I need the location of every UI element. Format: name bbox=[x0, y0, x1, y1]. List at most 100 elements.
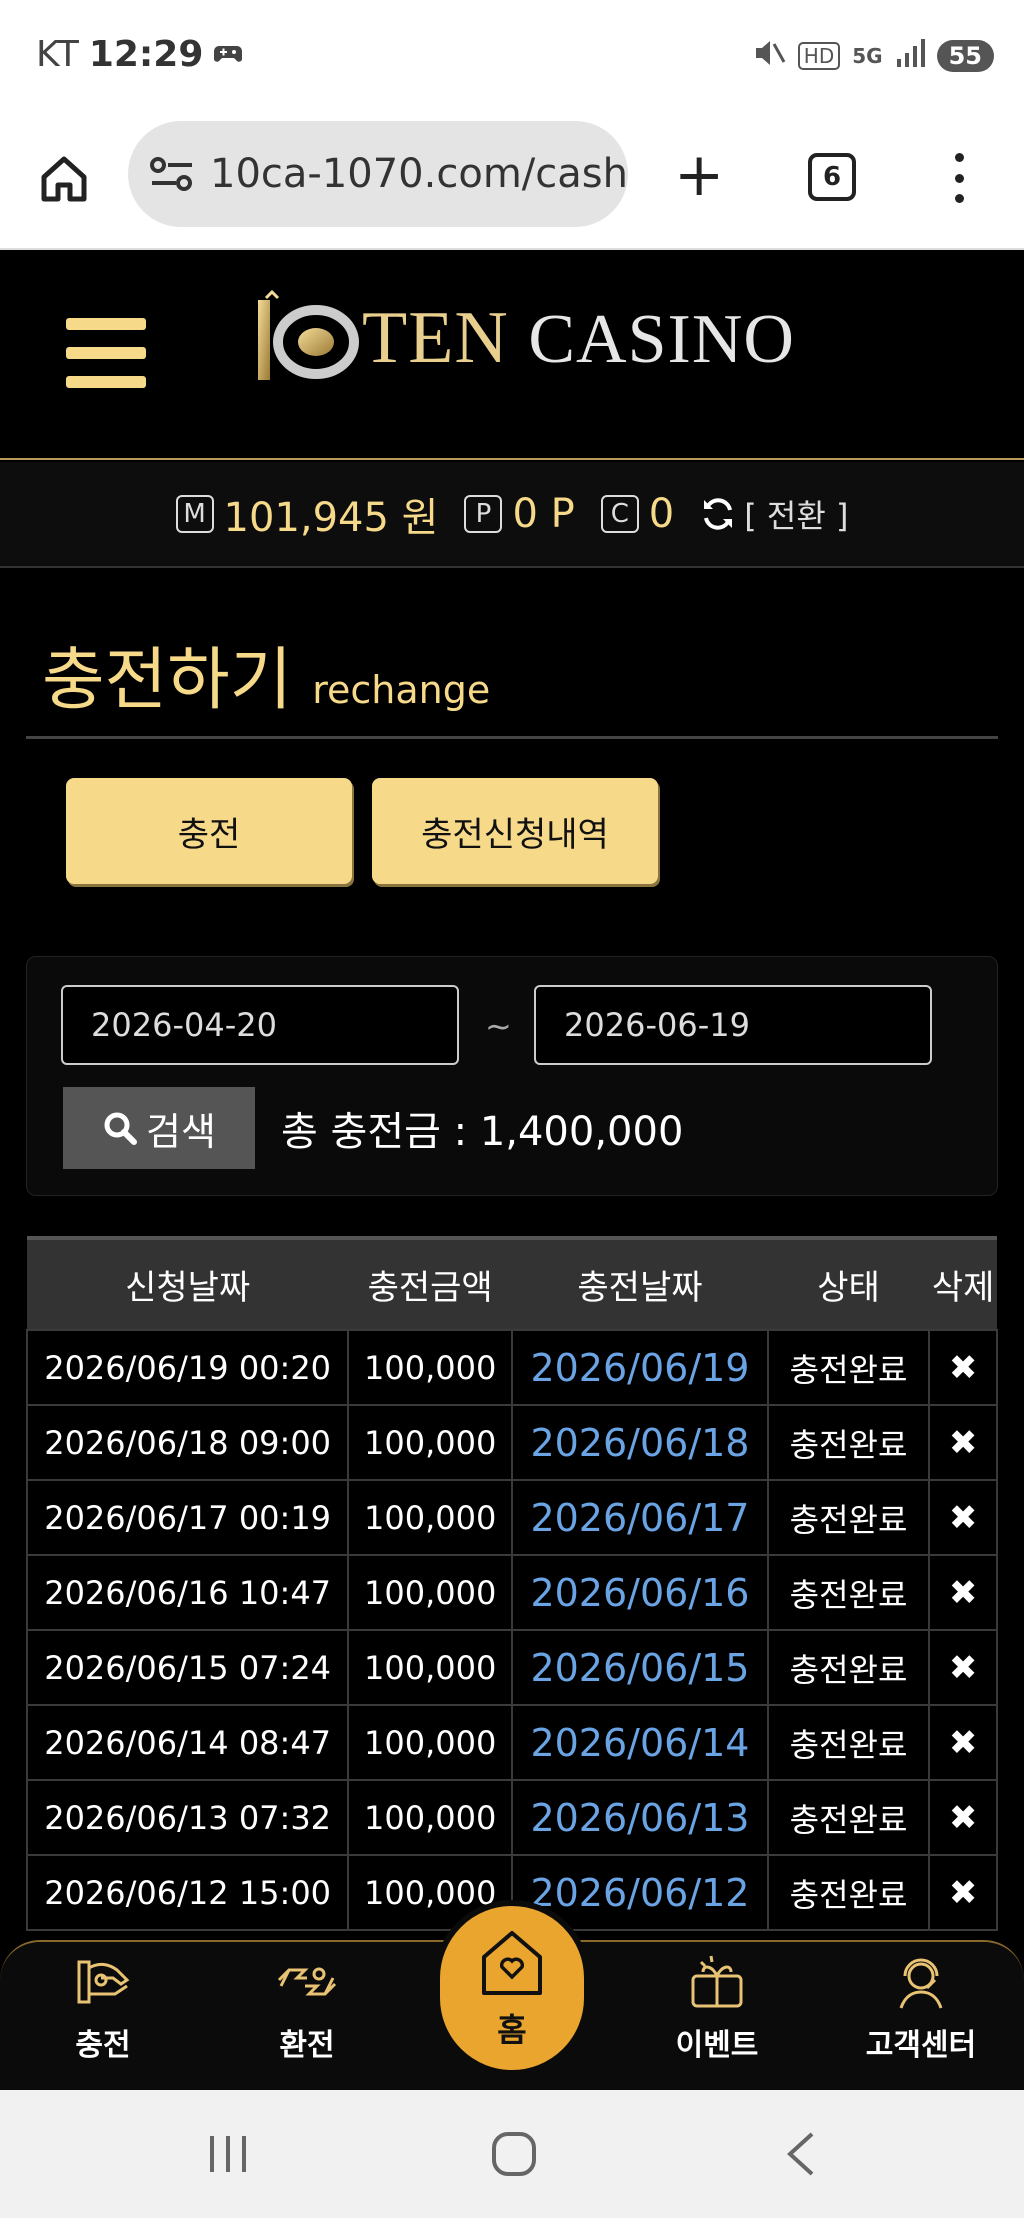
delete-button[interactable]: ✖ bbox=[928, 1779, 998, 1856]
delete-button[interactable]: ✖ bbox=[928, 1479, 998, 1556]
logo-ten-text: Ten bbox=[362, 296, 509, 379]
table-header-row: 신청날짜 충전금액 충전날짜 상태 삭제 bbox=[27, 1236, 997, 1330]
exchange-hand-icon bbox=[277, 1967, 337, 1996]
nav-charge[interactable]: 충전 bbox=[28, 1950, 178, 2064]
charge-tab-button[interactable]: 충전 bbox=[66, 778, 352, 884]
browser-menu-icon[interactable] bbox=[948, 153, 970, 203]
coin-value: 0 bbox=[648, 491, 675, 537]
logo-casino-text: Casino bbox=[528, 300, 795, 378]
charge-date-cell[interactable]: 2026/06/18 bbox=[511, 1404, 769, 1481]
request-date-cell: 2026/06/18 09:00 bbox=[25, 1404, 350, 1481]
delete-button[interactable]: ✖ bbox=[928, 1404, 998, 1481]
home-heart-icon bbox=[482, 1931, 542, 1995]
table-row: 2026/06/17 00:19 100,000 2026/06/17 충전완료 ✖ bbox=[25, 1479, 998, 1556]
delete-button[interactable]: ✖ bbox=[928, 1704, 998, 1781]
charge-history-table: 신청날짜 충전금액 충전날짜 상태 삭제 2026/06/19 00:20 100… bbox=[25, 1236, 998, 1931]
charge-date-cell[interactable]: 2026/06/15 bbox=[511, 1629, 769, 1706]
hd-icon: HD bbox=[797, 42, 841, 70]
balance-bar: M 101,945 원 P 0 P C 0 [ 전환 ] bbox=[0, 462, 1024, 568]
delete-button[interactable]: ✖ bbox=[928, 1629, 998, 1706]
nav-home-label: 홈 bbox=[497, 2011, 527, 2049]
game-controller-icon bbox=[213, 34, 243, 75]
delete-button[interactable]: ✖ bbox=[928, 1554, 998, 1631]
money-icon: M bbox=[175, 495, 214, 533]
recent-apps-icon[interactable] bbox=[206, 2126, 250, 2182]
status-cell: 충전완료 bbox=[766, 1404, 931, 1481]
convert-button[interactable]: [ 전환 ] bbox=[700, 491, 848, 537]
amount-cell: 100,000 bbox=[347, 1404, 514, 1481]
table-row: 2026/06/16 10:47 100,000 2026/06/16 충전완료 ✖ bbox=[25, 1554, 998, 1631]
table-row: 2026/06/13 07:32 100,000 2026/06/13 충전완료 ✖ bbox=[25, 1779, 998, 1856]
search-panel: 2026-04-20 ~ 2026-06-19 검색 총 충전금 : 1,400… bbox=[26, 956, 998, 1196]
start-date-input[interactable]: 2026-04-20 bbox=[61, 985, 459, 1065]
column-header-delete: 삭제 bbox=[929, 1236, 997, 1330]
status-cell: 충전완료 bbox=[766, 1779, 931, 1856]
nav-exchange[interactable]: 환전 bbox=[232, 1950, 382, 2064]
request-date-cell: 2026/06/14 08:47 bbox=[25, 1704, 350, 1781]
request-date-cell: 2026/06/16 10:47 bbox=[25, 1554, 350, 1631]
title-divider bbox=[26, 736, 998, 739]
address-bar[interactable]: 10ca-1070.com/cash bbox=[128, 121, 628, 227]
browser-toolbar: 10ca-1070.com/cash + 6 bbox=[0, 115, 1024, 250]
nav-home[interactable]: 홈 bbox=[434, 1900, 590, 2076]
amount-cell: 100,000 bbox=[347, 1329, 514, 1406]
table-row: 2026/06/18 09:00 100,000 2026/06/18 충전완료 ✖ bbox=[25, 1404, 998, 1481]
page-title-english: rechange bbox=[312, 668, 491, 712]
column-header-request-date: 신청날짜 bbox=[27, 1236, 349, 1330]
site-settings-icon[interactable] bbox=[150, 154, 194, 194]
page-title: 충전하기 rechange bbox=[42, 624, 490, 723]
request-date-cell: 2026/06/12 15:00 bbox=[25, 1854, 350, 1931]
charge-date-cell[interactable]: 2026/06/16 bbox=[511, 1554, 769, 1631]
charge-date-cell[interactable]: 2026/06/17 bbox=[511, 1479, 769, 1556]
charge-date-cell[interactable]: 2026/06/19 bbox=[511, 1329, 769, 1406]
status-cell: 충전완료 bbox=[766, 1479, 931, 1556]
point-icon: P bbox=[464, 495, 503, 533]
nav-event-label: 이벤트 bbox=[675, 2028, 759, 2063]
gift-icon bbox=[691, 1955, 743, 2008]
amount-cell: 100,000 bbox=[347, 1704, 514, 1781]
status-cell: 충전완료 bbox=[766, 1554, 931, 1631]
hamburger-menu-icon[interactable] bbox=[66, 318, 146, 388]
table-row: 2026/06/19 00:20 100,000 2026/06/19 충전완료 ✖ bbox=[25, 1329, 998, 1406]
new-tab-icon[interactable]: + bbox=[674, 145, 724, 205]
search-icon bbox=[104, 1112, 138, 1145]
page-title-korean: 충전하기 bbox=[42, 641, 293, 720]
logo-emblem-icon bbox=[258, 290, 359, 380]
delete-button[interactable]: ✖ bbox=[928, 1329, 998, 1406]
point-value: 0 P bbox=[512, 491, 575, 537]
search-button-label: 검색 bbox=[146, 1109, 216, 1154]
total-charge-amount: 총 충전금 : 1,400,000 bbox=[281, 1109, 684, 1155]
site-logo[interactable]: Ten Casino bbox=[252, 288, 795, 388]
request-date-cell: 2026/06/13 07:32 bbox=[25, 1779, 350, 1856]
status-cell: 충전완료 bbox=[766, 1329, 931, 1406]
column-header-amount: 충전금액 bbox=[348, 1236, 513, 1330]
nav-support[interactable]: 고객센터 bbox=[846, 1950, 996, 2064]
back-icon[interactable] bbox=[782, 2126, 822, 2182]
carrier-label: KT bbox=[36, 34, 79, 75]
charge-date-cell[interactable]: 2026/06/14 bbox=[511, 1704, 769, 1781]
table-row: 2026/06/15 07:24 100,000 2026/06/15 충전완료 ✖ bbox=[25, 1629, 998, 1706]
nav-charge-label: 충전 bbox=[75, 2028, 131, 2063]
search-button[interactable]: 검색 bbox=[63, 1087, 255, 1169]
nav-support-label: 고객센터 bbox=[865, 2028, 977, 2063]
charge-hand-icon bbox=[77, 1960, 130, 2004]
nav-event[interactable]: 이벤트 bbox=[642, 1950, 792, 2064]
charge-history-tab-button[interactable]: 충전신청내역 bbox=[372, 778, 658, 884]
charge-date-cell[interactable]: 2026/06/13 bbox=[511, 1779, 769, 1856]
amount-cell: 100,000 bbox=[347, 1629, 514, 1706]
amount-cell: 100,000 bbox=[347, 1779, 514, 1856]
money-balance: M 101,945 원 bbox=[175, 485, 439, 543]
tab-switcher-button[interactable]: 6 bbox=[808, 153, 856, 201]
end-date-input[interactable]: 2026-06-19 bbox=[534, 985, 932, 1065]
request-date-cell: 2026/06/17 00:19 bbox=[25, 1479, 350, 1556]
delete-button[interactable]: ✖ bbox=[928, 1854, 998, 1931]
request-date-cell: 2026/06/15 07:24 bbox=[25, 1629, 350, 1706]
date-range-separator: ~ bbox=[485, 1007, 512, 1045]
amount-cell: 100,000 bbox=[347, 1479, 514, 1556]
home-button-icon[interactable] bbox=[490, 2126, 538, 2182]
money-value: 101,945 원 bbox=[223, 495, 439, 541]
signal-icon bbox=[895, 39, 925, 73]
url-text: 10ca-1070.com/cash bbox=[210, 151, 628, 197]
headset-icon bbox=[899, 1958, 943, 2009]
home-icon[interactable] bbox=[38, 153, 90, 205]
